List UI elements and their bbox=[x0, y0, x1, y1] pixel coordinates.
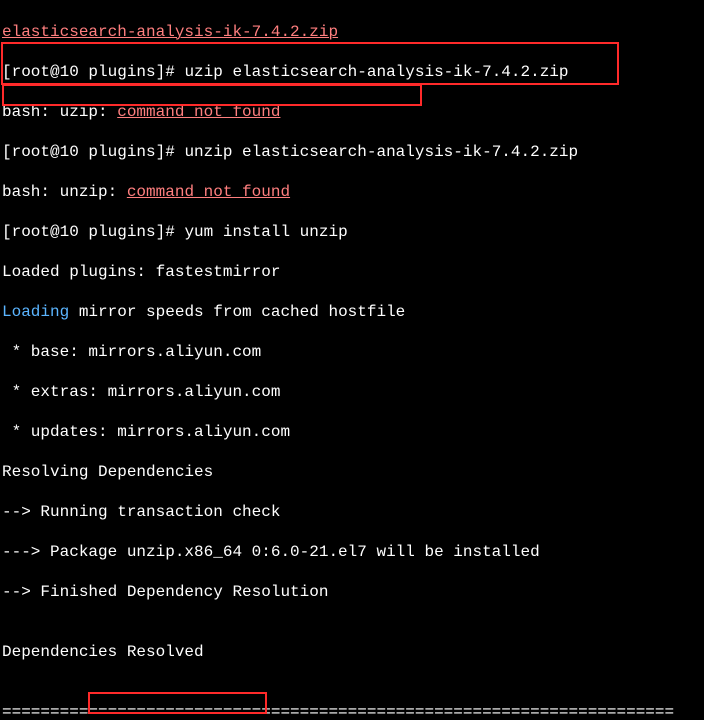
bash-err-1b: command not found bbox=[117, 103, 280, 121]
terminal-output[interactable]: elasticsearch-analysis-ik-7.4.2.zip [roo… bbox=[0, 0, 704, 720]
bash-err-1a: bash: uzip: bbox=[2, 103, 117, 121]
sep-1: ========================================… bbox=[2, 702, 702, 720]
resolving-deps: Resolving Dependencies bbox=[2, 462, 702, 482]
cmd-unzip: unzip elasticsearch-analysis-ik-7.4.2.zi… bbox=[184, 143, 578, 161]
loading-word: Loading bbox=[2, 303, 69, 321]
yum-line: Loaded plugins: fastestmirror bbox=[2, 262, 702, 282]
deps-resolved: Dependencies Resolved bbox=[2, 642, 702, 662]
bash-err-2b: command not found bbox=[127, 183, 290, 201]
top-fragment: elasticsearch-analysis-ik-7.4.2.zip bbox=[2, 23, 338, 41]
ps1-1: [root@10 plugins]# bbox=[2, 63, 184, 81]
pkg-line: ---> Package unzip.x86_64 0:6.0-21.el7 w… bbox=[2, 542, 702, 562]
trans-check: --> Running transaction check bbox=[2, 502, 702, 522]
mirror-updates: * updates: mirrors.aliyun.com bbox=[2, 422, 702, 442]
mirror-base: * base: mirrors.aliyun.com bbox=[2, 342, 702, 362]
loading-rest: mirror speeds from cached hostfile bbox=[69, 303, 405, 321]
ps1-3: [root@10 plugins]# bbox=[2, 223, 184, 241]
dep-finished: --> Finished Dependency Resolution bbox=[2, 582, 702, 602]
cmd-yum-install: yum install unzip bbox=[184, 223, 347, 241]
cmd-uzip: uzip elasticsearch-analysis-ik-7.4.2.zip bbox=[184, 63, 568, 81]
bash-err-2a: bash: unzip: bbox=[2, 183, 127, 201]
mirror-extras: * extras: mirrors.aliyun.com bbox=[2, 382, 702, 402]
ps1-2: [root@10 plugins]# bbox=[2, 143, 184, 161]
